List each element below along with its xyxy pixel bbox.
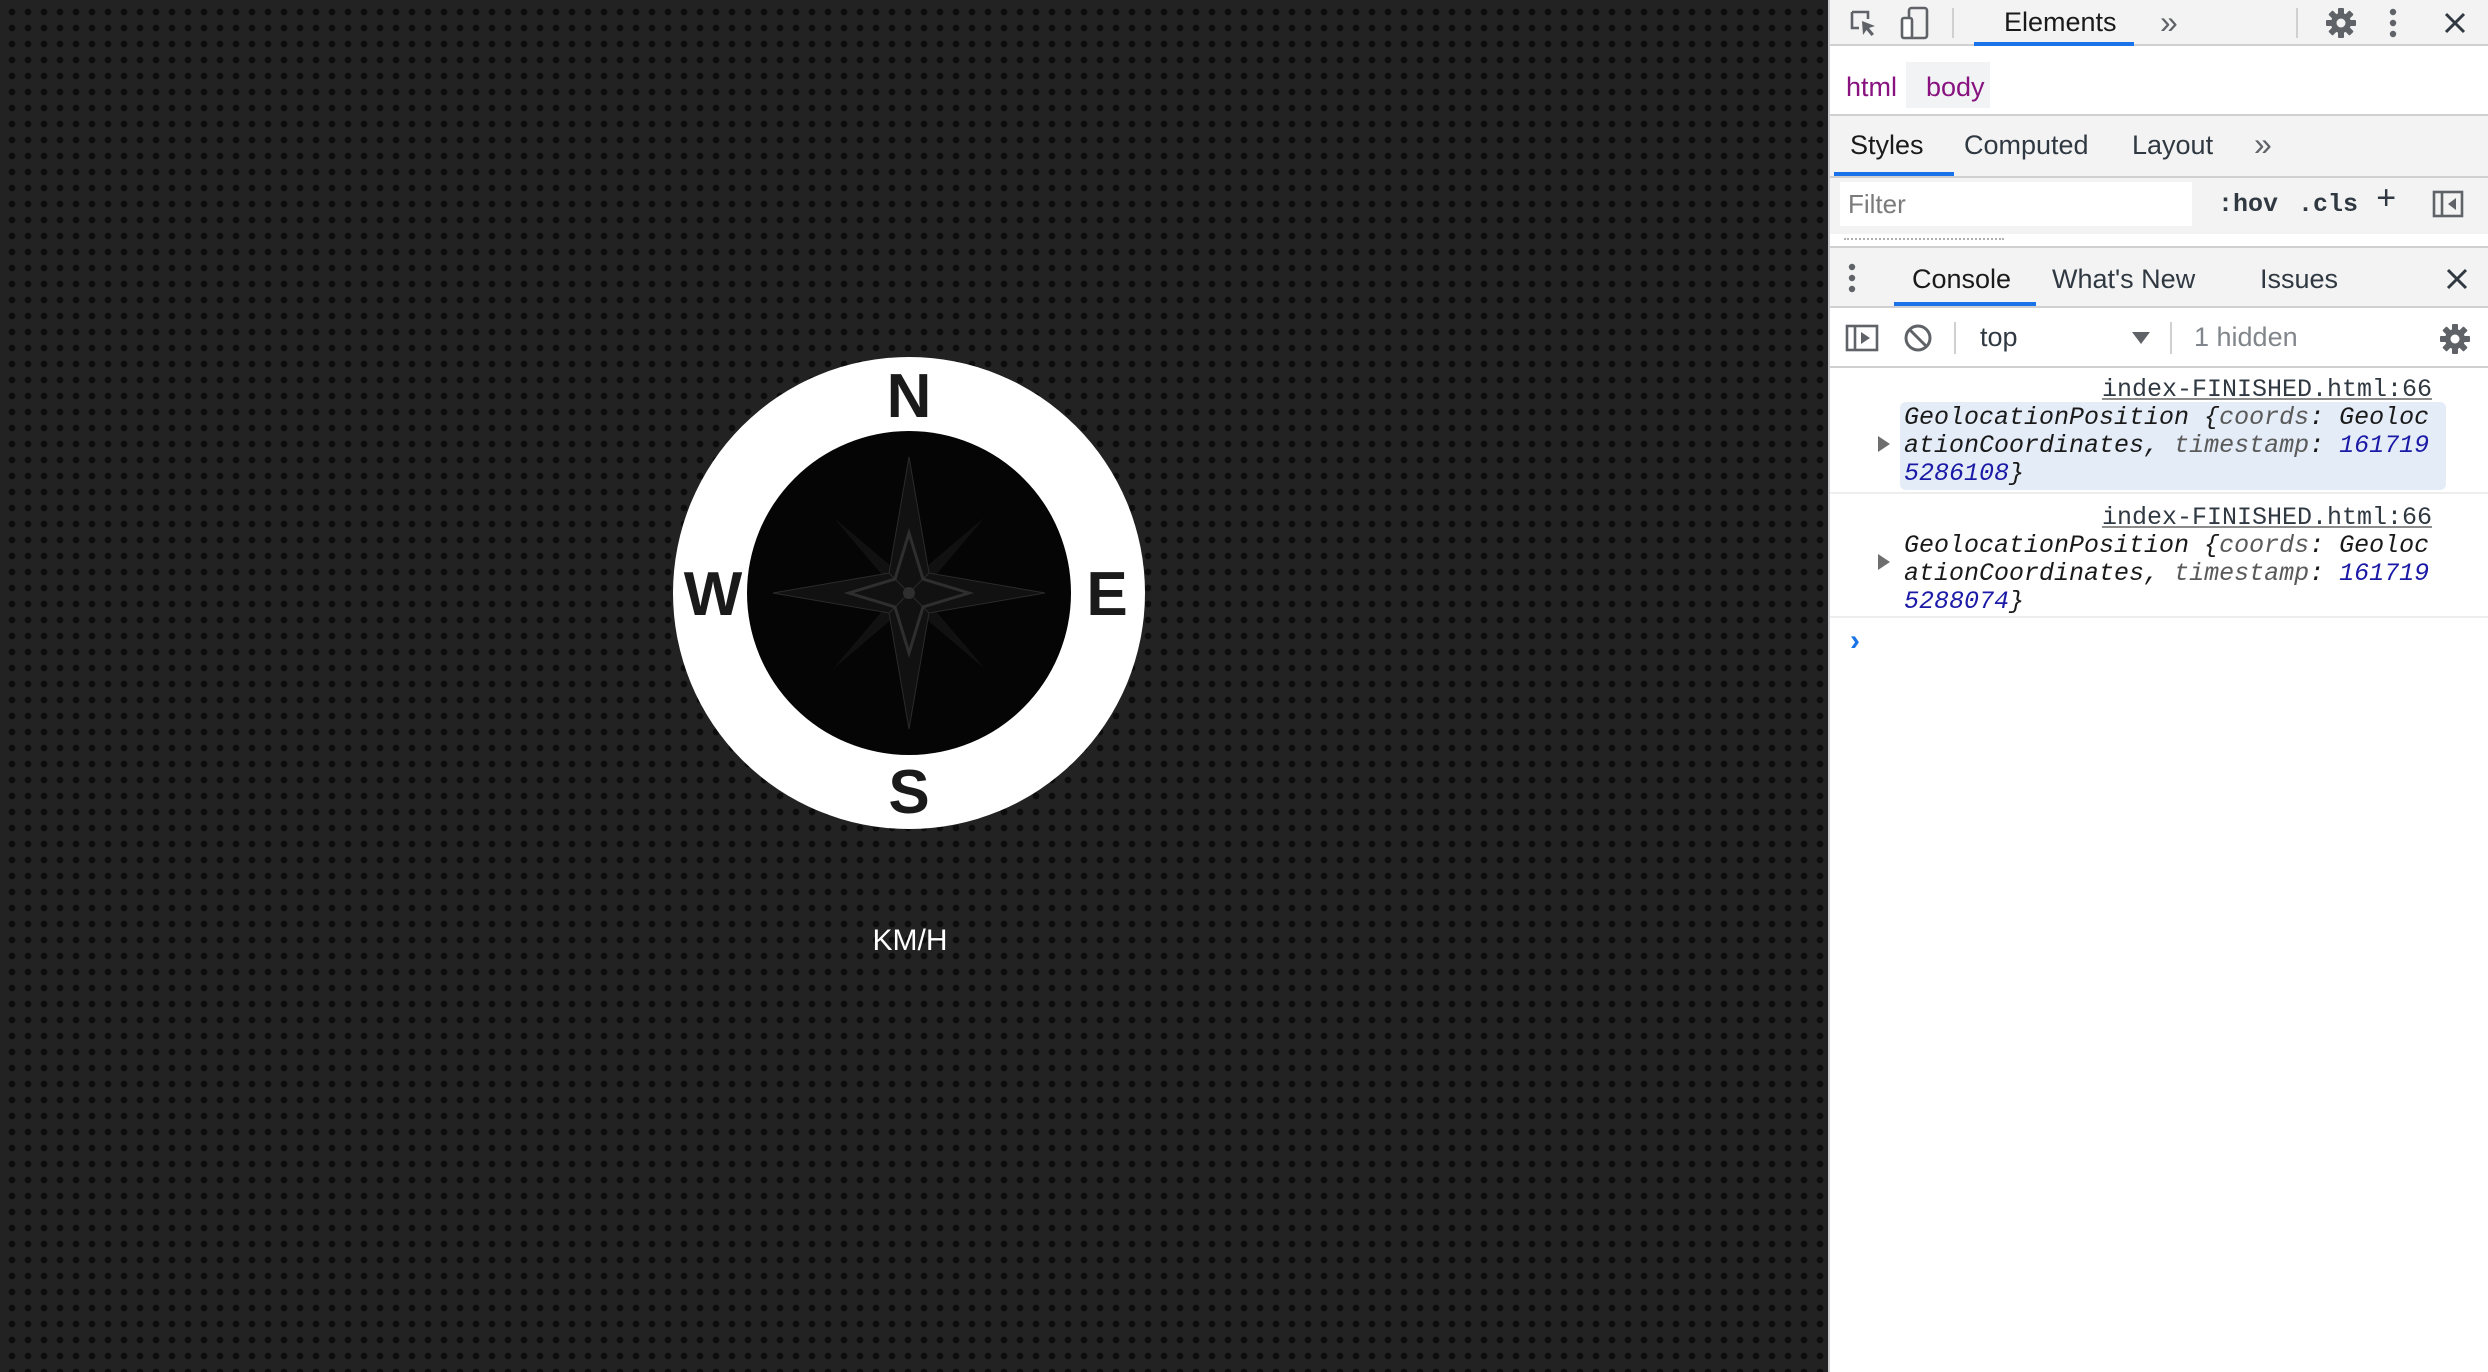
close-devtools-icon[interactable] [2436, 4, 2474, 42]
tab-styles-underline [1834, 172, 1954, 176]
console-settings-gear-icon[interactable] [2436, 320, 2474, 358]
breadcrumb-body[interactable]: body [1926, 74, 1985, 101]
tab-issues[interactable]: Issues [2260, 266, 2338, 293]
tab-styles[interactable]: Styles [1850, 132, 1924, 159]
log-object-name: GeolocationPosition [1904, 531, 2190, 560]
context-dropdown-chevron-icon[interactable] [2132, 332, 2150, 344]
speed-unit-label: KM/H [872, 924, 948, 957]
settings-gear-icon[interactable] [2322, 4, 2360, 42]
toolbar-divider [2296, 8, 2298, 38]
tab-elements[interactable]: Elements [2004, 9, 2117, 36]
compass: N S E W [673, 357, 1145, 829]
log-source-link[interactable]: index-FINISHED.html:66 [2102, 504, 2432, 532]
clear-console-icon[interactable] [1898, 320, 1938, 356]
devtools-panel: Elements » html body Styles Computed Lay… [1828, 0, 2488, 1372]
tab-computed[interactable]: Computed [1964, 132, 2089, 159]
context-selector-value[interactable]: top [1980, 324, 2018, 351]
console-sidebar-icon[interactable] [1842, 320, 1882, 356]
compass-north-label: N [887, 362, 932, 431]
expand-triangle-icon[interactable] [1878, 436, 1890, 452]
log-source-link[interactable]: index-FINISHED.html:66 [2102, 376, 2432, 404]
breadcrumb-html[interactable]: html [1846, 74, 1897, 101]
devtools-main-toolbar: Elements » [1830, 0, 2488, 46]
close-drawer-icon[interactable] [2440, 262, 2474, 296]
more-styles-tabs-button[interactable]: » [2254, 128, 2272, 160]
log-key: coords [2219, 403, 2310, 432]
toggle-sidebar-icon[interactable] [2428, 186, 2468, 222]
console-input[interactable] [1880, 618, 2480, 658]
tab-elements-underline [1974, 42, 2134, 46]
more-tabs-button[interactable]: » [2160, 6, 2178, 38]
drawer-menu-icon[interactable] [1840, 260, 1864, 296]
log-key: coords [2219, 531, 2310, 560]
console-log-entry: index-FINISHED.html:66 GeolocationPositi… [1830, 368, 2488, 494]
tab-whats-new[interactable]: What's New [2052, 266, 2195, 293]
log-key: timestamp [2174, 559, 2310, 588]
console-prompt-chevron-icon[interactable]: › [1850, 626, 1860, 656]
log-object-name: GeolocationPosition [1904, 403, 2190, 432]
log-message[interactable]: GeolocationPosition {coords: Geolocation… [1904, 532, 2438, 616]
new-style-rule-button[interactable]: + [2376, 184, 2396, 218]
toolbar-divider [1954, 322, 1956, 354]
log-message[interactable]: GeolocationPosition {coords: Geolocation… [1900, 402, 2446, 490]
console-log-entry: index-FINISHED.html:66 GeolocationPositi… [1830, 494, 2488, 618]
expand-triangle-icon[interactable] [1878, 554, 1890, 570]
compass-west-label: W [684, 560, 743, 629]
compass-east-label: E [1086, 560, 1127, 629]
toolbar-divider [1952, 8, 1954, 38]
styles-pane-clip [1830, 234, 2488, 246]
breadcrumb: html body [1830, 56, 2488, 116]
more-options-icon[interactable] [2378, 4, 2408, 42]
log-key: timestamp [2174, 431, 2310, 460]
drawer-tabbar: Console What's New Issues [1830, 246, 2488, 308]
styles-filter-input[interactable] [1840, 182, 2192, 226]
inspect-element-icon[interactable] [1844, 4, 1882, 42]
page-viewport: N S E W KM/H [0, 0, 1828, 1372]
tab-console[interactable]: Console [1912, 266, 2011, 293]
hidden-messages-count: 1 hidden [2194, 322, 2298, 352]
console-toolbar: top 1 hidden [1830, 308, 2488, 368]
toolbar-divider [2170, 322, 2172, 354]
styles-tabbar: Styles Computed Layout » [1830, 116, 2488, 178]
compass-graphic: N S E W [673, 357, 1145, 829]
compass-south-label: S [888, 758, 929, 827]
device-toolbar-icon[interactable] [1896, 4, 1934, 42]
hover-state-toggle[interactable]: :hov [2218, 192, 2278, 217]
tab-console-underline [1894, 302, 2036, 306]
console-output: index-FINISHED.html:66 GeolocationPositi… [1830, 368, 2488, 1372]
tab-layout[interactable]: Layout [2132, 132, 2213, 159]
class-toggle[interactable]: .cls [2298, 192, 2358, 217]
